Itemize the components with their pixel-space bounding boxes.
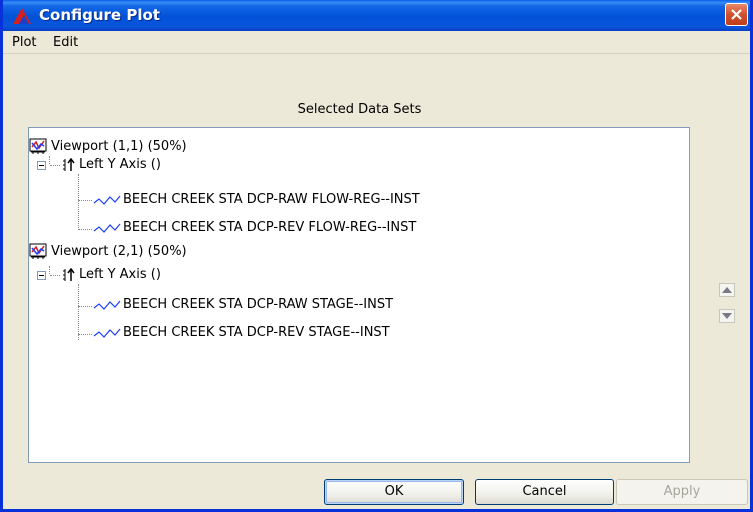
series-label: BEECH CREEK STA DCP-REV STAGE--INST <box>123 325 390 340</box>
ok-button[interactable]: OK <box>324 479 464 505</box>
cancel-button[interactable]: Cancel <box>475 479 614 505</box>
tree-connector <box>78 229 92 230</box>
axis-label: Left Y Axis () <box>79 157 161 172</box>
series-label: BEECH CREEK STA DCP-REV FLOW-REG--INST <box>123 220 417 235</box>
series-line-icon <box>93 300 121 310</box>
axis-icon <box>63 268 75 281</box>
move-up-icon <box>719 283 735 297</box>
title-bar[interactable]: Configure Plot <box>3 0 750 31</box>
close-button[interactable] <box>725 3 748 26</box>
series-line-icon <box>93 223 121 233</box>
tree-connector <box>78 284 79 340</box>
series-label: BEECH CREEK STA DCP-RAW FLOW-REG--INST <box>123 192 420 207</box>
tree-node-axis[interactable]: Left Y Axis () <box>29 265 429 285</box>
move-up-button[interactable] <box>719 283 735 297</box>
series-line-icon <box>93 328 121 338</box>
selected-data-sets-heading: Selected Data Sets <box>297 102 422 117</box>
menu-plot[interactable]: Plot <box>12 35 37 50</box>
tree-node-series[interactable]: BEECH CREEK STA DCP-RAW FLOW-REG--INST <box>93 190 593 210</box>
viewport-label: Viewport (1,1) (50%) <box>51 139 187 154</box>
axis-icon <box>63 158 75 171</box>
tree-node-viewport[interactable]: Viewport (1,1) (50%) <box>29 137 429 157</box>
apply-button[interactable]: Apply <box>616 479 748 505</box>
tree-node-viewport[interactable]: Viewport (2,1) (50%) <box>29 242 429 262</box>
tree-node-series[interactable]: BEECH CREEK STA DCP-REV STAGE--INST <box>93 323 593 343</box>
collapse-icon[interactable] <box>37 271 46 280</box>
tree-connector <box>78 174 79 230</box>
close-icon <box>731 9 742 20</box>
data-set-tree[interactable]: Viewport (1,1) (50%) Left Y Axis () BEEC… <box>28 127 690 463</box>
window-title: Configure Plot <box>39 6 160 24</box>
move-down-button[interactable] <box>719 309 735 323</box>
tree-connector <box>78 200 92 201</box>
move-down-icon <box>719 309 735 323</box>
tree-connector <box>78 306 92 307</box>
collapse-icon[interactable] <box>37 161 46 170</box>
viewport-icon <box>29 138 47 154</box>
viewport-icon <box>29 243 47 259</box>
series-label: BEECH CREEK STA DCP-RAW STAGE--INST <box>123 297 394 312</box>
tree-node-series[interactable]: BEECH CREEK STA DCP-RAW STAGE--INST <box>93 295 593 315</box>
tree-node-axis[interactable]: Left Y Axis () <box>29 155 429 175</box>
menu-bar: Plot Edit <box>3 31 750 54</box>
tree-node-series[interactable]: BEECH CREEK STA DCP-REV FLOW-REG--INST <box>93 218 593 238</box>
tree-connector <box>78 334 92 335</box>
series-line-icon <box>93 195 121 205</box>
menu-edit[interactable]: Edit <box>53 35 78 50</box>
axis-label: Left Y Axis () <box>79 267 161 282</box>
configure-plot-window: Configure Plot Plot Edit Selected Data S… <box>0 0 753 512</box>
app-logo-icon <box>13 8 31 24</box>
viewport-label: Viewport (2,1) (50%) <box>51 244 187 259</box>
